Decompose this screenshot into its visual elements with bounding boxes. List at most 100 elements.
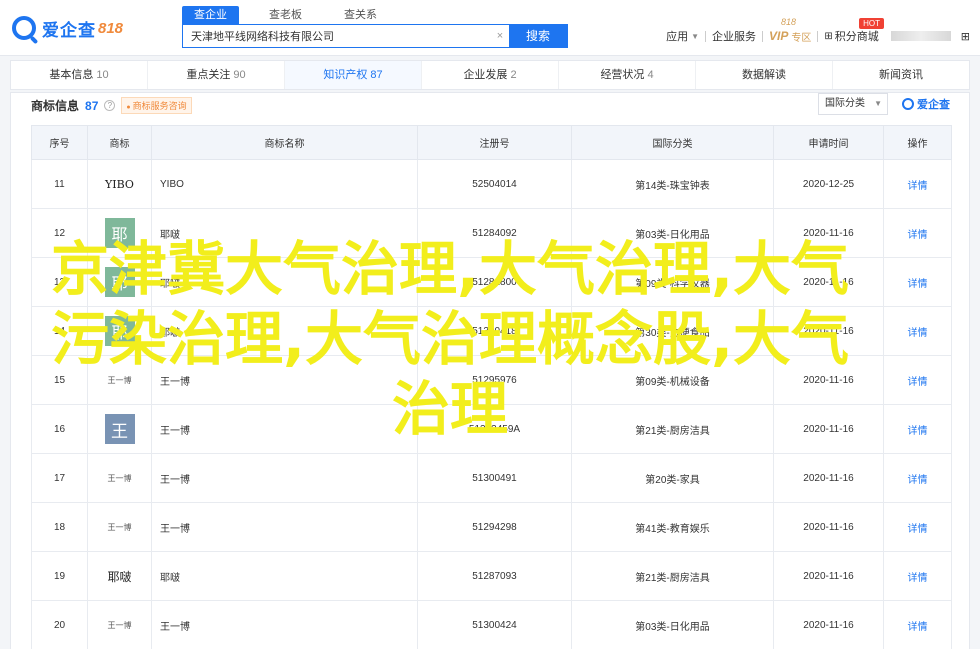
application-date: 2020-11-16 <box>773 257 884 307</box>
trademark-name: 王一博 <box>151 502 418 552</box>
tab-label: 重点关注 <box>186 69 231 81</box>
tab-intellectual-property[interactable]: 知识产权 87 <box>285 61 422 89</box>
registration-number: 51294298 <box>417 502 572 552</box>
app-menu[interactable]: 应用 ▼ <box>660 28 705 44</box>
action-cell: 详情 <box>883 404 952 454</box>
registration-number: 51300491 <box>417 453 572 503</box>
row-index: 14 <box>31 306 88 356</box>
application-date: 2020-11-16 <box>773 551 884 601</box>
tab-count: 90 <box>233 69 246 81</box>
mark-cell: YIBO <box>87 159 152 209</box>
enterprise-service-link[interactable]: 企业服务 <box>706 28 762 44</box>
mark-cell: 王一博 <box>87 600 152 649</box>
search-tab-boss[interactable]: 查老板 <box>257 6 314 24</box>
logo-magnifier-icon <box>902 98 914 110</box>
help-icon[interactable]: ? <box>104 100 116 111</box>
col-date: 申请时间 <box>773 125 884 160</box>
tab-label: 数据解读 <box>742 69 786 81</box>
tab-basic-info[interactable]: 基本信息 10 <box>11 61 148 89</box>
trademark-panel: 商标信息 87 ? 商标服务咨询 国际分类 ▼ 爱企查 序号 商标 商标名称 注… <box>10 92 970 649</box>
row-index: 15 <box>31 355 88 405</box>
tab-key-focus[interactable]: 重点关注 90 <box>148 61 285 89</box>
table-body: 11 YIBO YIBO 52504014 第14类-珠宝钟表 2020-12-25 详情 1… <box>31 159 952 649</box>
tab-count: 87 <box>370 69 383 81</box>
trademark-image[interactable]: 耶 <box>104 267 135 297</box>
col-index: 序号 <box>31 125 88 160</box>
international-class: 第41类-教育娱乐 <box>571 502 774 552</box>
detail-link[interactable]: 详情 <box>908 475 928 486</box>
detail-link[interactable]: 详情 <box>908 524 928 535</box>
action-cell: 详情 <box>883 355 952 405</box>
close-icon[interactable]: × <box>491 25 509 47</box>
site-logo[interactable]: 爱企查 818 <box>12 14 123 42</box>
detail-link[interactable]: 详情 <box>908 181 928 192</box>
table-header-row: 序号 商标 商标名称 注册号 国际分类 申请时间 操作 <box>31 125 952 160</box>
tab-data-insight[interactable]: 数据解读 <box>696 61 833 89</box>
tab-count: 10 <box>96 69 109 81</box>
row-index: 20 <box>31 600 88 649</box>
application-date: 2020-11-16 <box>773 208 884 258</box>
trademark-name: 耶啵 <box>151 306 418 356</box>
detail-link[interactable]: 详情 <box>908 230 928 241</box>
detail-link[interactable]: 详情 <box>908 426 928 437</box>
trademark-image[interactable]: 王一博 <box>105 365 135 395</box>
registration-number: 51281800 <box>417 257 572 307</box>
trademark-image[interactable]: 耶 <box>104 218 135 248</box>
table-row: 13 耶耶啵 51281800 第09类-科学仪器 2020-11-16 详情 <box>31 257 952 307</box>
trademark-image[interactable]: 王一博 <box>105 610 135 640</box>
top-header: 爱企查 818 查企业 查老板 查关系 × 搜索 应用 ▼ 企业服务 818 V… <box>0 0 980 56</box>
avatar[interactable] <box>890 31 951 41</box>
trademark-image[interactable]: 耶 <box>104 316 135 346</box>
mark-cell: 王一博 <box>87 355 152 405</box>
table-row: 11 YIBO YIBO 52504014 第14类-珠宝钟表 2020-12-25 详情 <box>31 159 952 209</box>
action-cell: 详情 <box>883 306 952 356</box>
class-filter-dropdown[interactable]: 国际分类 ▼ <box>818 93 888 115</box>
trademark-service-button[interactable]: 商标服务咨询 <box>121 97 192 114</box>
col-class: 国际分类 <box>571 125 774 160</box>
logo-brand: 爱企查 <box>42 20 96 40</box>
detail-link[interactable]: 详情 <box>908 622 928 633</box>
points-mall-link[interactable]: ⊞ 积分商城 <box>818 28 884 44</box>
search-area: 查企业 查老板 查关系 × 搜索 <box>182 6 568 48</box>
trademark-image[interactable]: 王一博 <box>105 512 135 542</box>
detail-link[interactable]: 详情 <box>908 573 928 584</box>
action-cell: 详情 <box>883 502 952 552</box>
international-class: 第21类-厨房洁具 <box>571 551 774 601</box>
trademark-name: 王一博 <box>151 600 418 649</box>
detail-link[interactable]: 详情 <box>908 377 928 388</box>
gift-icon: ⊞ <box>824 30 833 42</box>
international-class: 第21类-厨房洁具 <box>571 404 774 454</box>
trademark-image[interactable]: 王 <box>104 414 135 444</box>
search-tab-relation[interactable]: 查关系 <box>332 6 389 24</box>
table-row: 19 耶啵 耶啵 51287093 第21类-厨房洁具 2020-11-16 详情 <box>31 551 952 601</box>
detail-link[interactable]: 详情 <box>908 328 928 339</box>
international-class: 第14类-珠宝钟表 <box>571 159 774 209</box>
trademark-name: 耶啵 <box>151 551 418 601</box>
mark-cell: 耶 <box>87 306 152 356</box>
registration-number: 51295976 <box>417 355 572 405</box>
trademark-image[interactable]: 耶啵 <box>105 561 135 591</box>
search-box: × 搜索 <box>182 24 568 48</box>
search-button[interactable]: 搜索 <box>509 25 567 47</box>
registration-number: 51303459A <box>417 404 572 454</box>
trademark-image[interactable]: 王一博 <box>105 463 135 493</box>
tab-news[interactable]: 新闻资讯 <box>833 61 969 89</box>
table-row: 12 耶耶啵 51284092 第03类-日化用品 2020-11-16 详情 <box>31 208 952 258</box>
search-input[interactable] <box>183 25 491 47</box>
registration-number: 51300418 <box>417 306 572 356</box>
hot-badge: HOT <box>859 18 884 29</box>
vip-sub-label: 专区 <box>791 32 812 44</box>
mark-cell: 王 <box>87 404 152 454</box>
vip-zone-link[interactable]: 818 VIP 专区 <box>763 17 817 44</box>
tab-development[interactable]: 企业发展 2 <box>422 61 559 89</box>
vip-promo-tag: 818 <box>781 16 797 27</box>
detail-link[interactable]: 详情 <box>908 279 928 290</box>
tab-label: 经营状况 <box>600 69 645 81</box>
table-row: 17 王一博 王一博 51300491 第20类-家具 2020-11-16 详情 <box>31 453 952 503</box>
search-tab-company[interactable]: 查企业 <box>182 6 239 24</box>
tab-operations[interactable]: 经营状况 4 <box>559 61 696 89</box>
grid-icon[interactable]: ⊞ <box>961 30 970 43</box>
trademark-image[interactable]: YIBO <box>105 169 135 199</box>
top-links: 应用 ▼ 企业服务 818 VIP 专区 ⊞ 积分商城 ⊞ <box>660 17 970 44</box>
application-date: 2020-11-16 <box>773 502 884 552</box>
